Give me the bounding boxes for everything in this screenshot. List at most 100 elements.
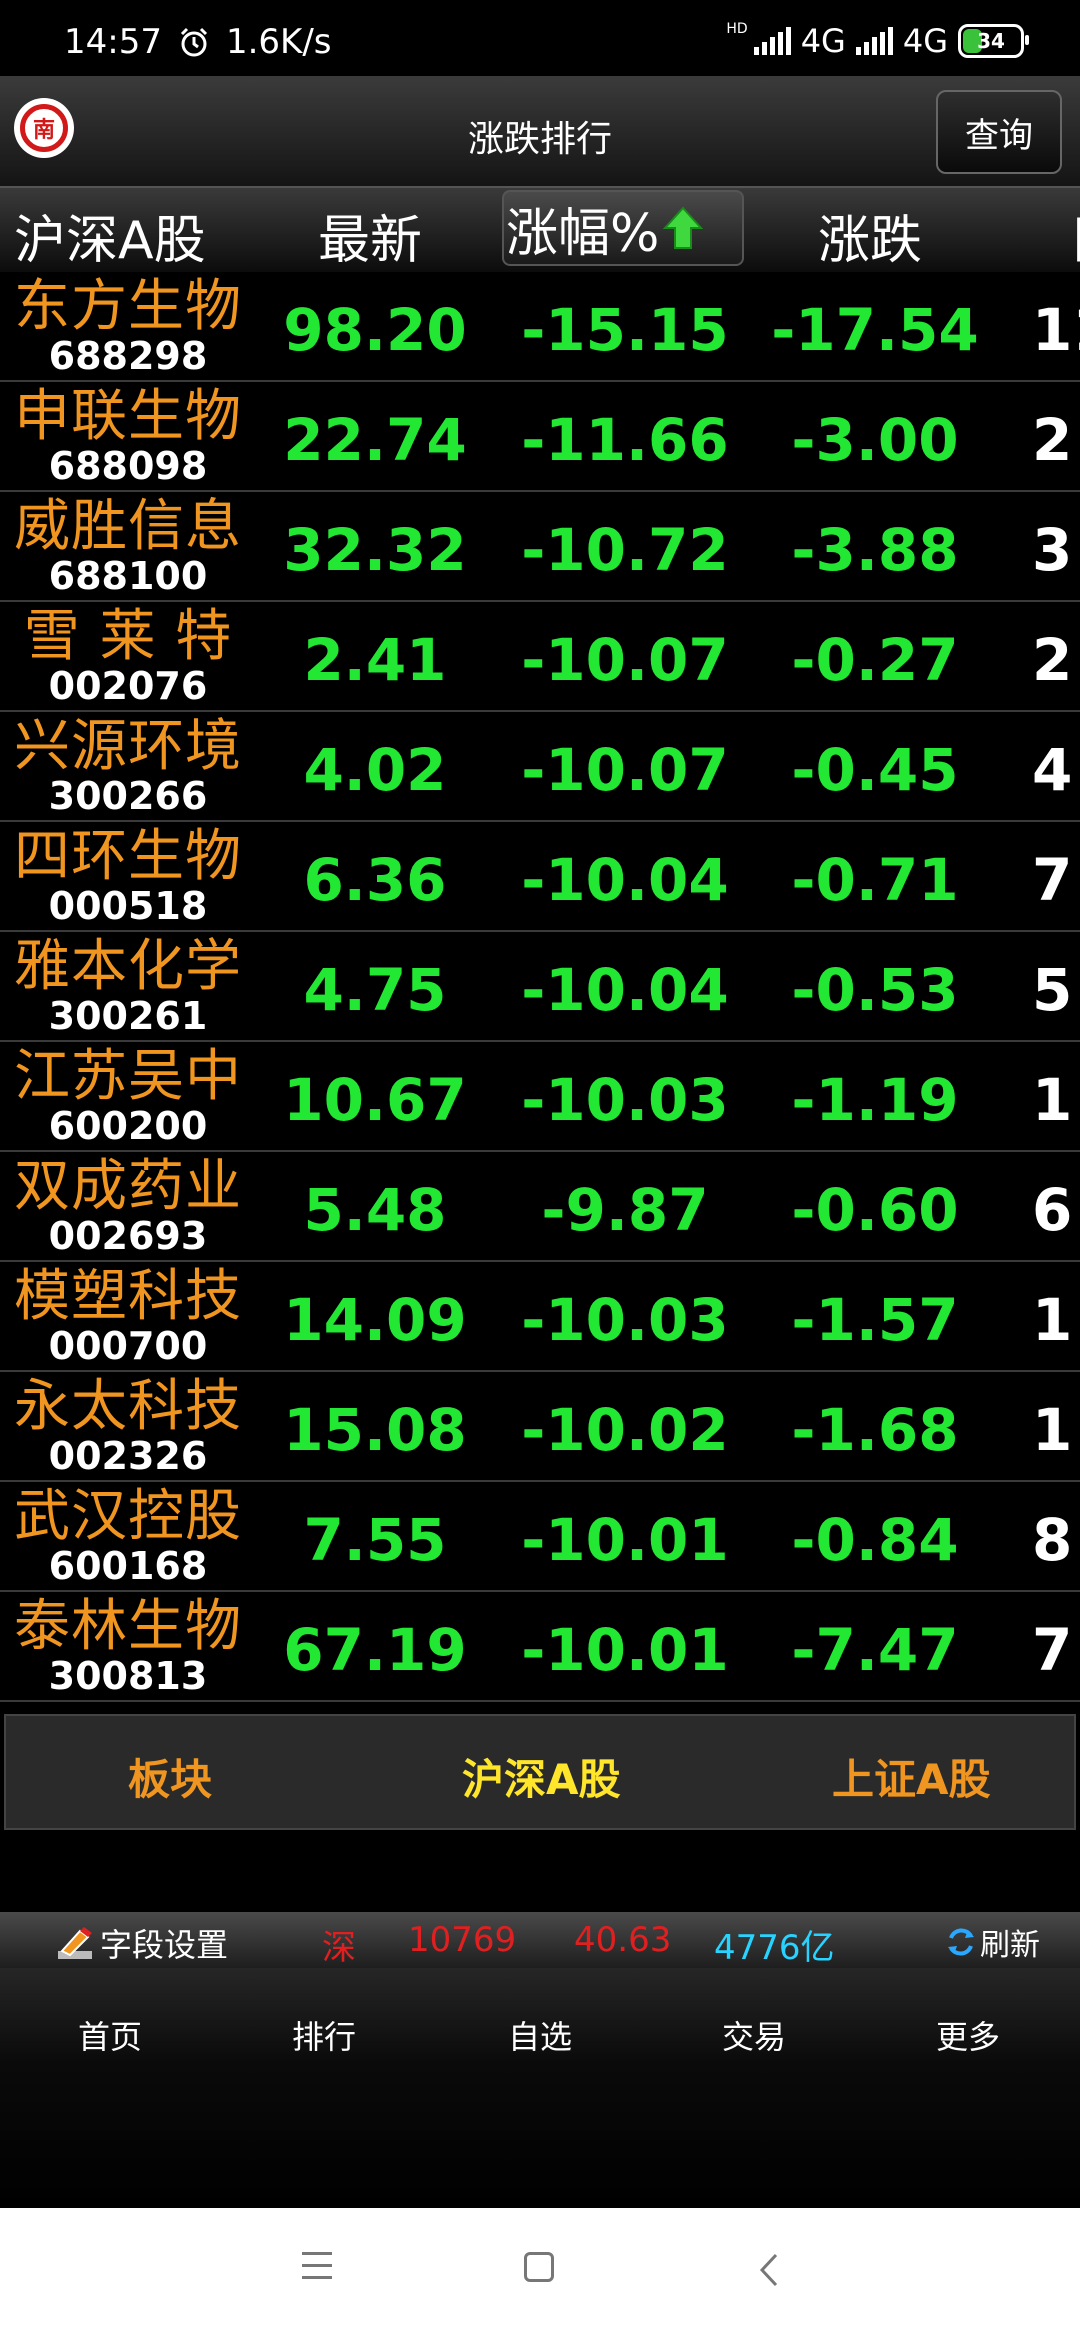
field-settings-label: 字段设置: [100, 1926, 229, 1964]
table-row[interactable]: 江苏吴中 600200 10.67 -10.03 -1.19 1: [0, 1042, 1080, 1152]
table-row[interactable]: 申联生物 688098 22.74 -11.66 -3.00 2: [0, 382, 1080, 492]
column-header-change[interactable]: 涨跌: [818, 198, 922, 273]
nav-ranking[interactable]: 排行: [224, 2012, 424, 2058]
segment-sh-sz-a[interactable]: 沪深A股: [462, 1746, 621, 1807]
turnover-volume: 4776亿: [714, 1928, 835, 1968]
stock-code: 300813: [48, 1654, 208, 1698]
next-column-value: 1: [1032, 1396, 1073, 1464]
table-row[interactable]: 武汉控股 600168 7.55 -10.01 -0.84 8: [0, 1482, 1080, 1592]
battery-icon: 34: [958, 24, 1029, 58]
nav-more[interactable]: 更多: [868, 2012, 1068, 2058]
stock-code: 000700: [48, 1324, 208, 1368]
table-row[interactable]: 模塑科技 000700 14.09 -10.03 -1.57 1: [0, 1262, 1080, 1372]
latest-price: 67.19: [283, 1616, 467, 1684]
field-settings-button[interactable]: 字段设置: [56, 1920, 228, 1966]
next-column-value: 2: [1032, 406, 1073, 474]
latest-price: 4.75: [303, 956, 447, 1024]
home-icon[interactable]: [524, 2252, 554, 2282]
system-navigation-bar: [0, 2208, 1080, 2340]
stock-name: 申联生物: [14, 384, 242, 449]
nav-watchlist[interactable]: 自选: [440, 2012, 640, 2058]
segment-sector[interactable]: 板块: [128, 1746, 212, 1807]
latest-price: 98.20: [283, 296, 467, 364]
latest-price: 10.67: [283, 1066, 467, 1134]
stock-name: 永太科技: [14, 1374, 242, 1439]
next-column-value: 8: [1032, 1506, 1073, 1574]
table-row[interactable]: 泰林生物 300813 67.19 -10.01 -7.47 7: [0, 1592, 1080, 1702]
index-change: 40.63: [574, 1920, 672, 1960]
column-header-market[interactable]: 沪深A股: [14, 198, 206, 273]
network-type-1: 4G: [800, 22, 846, 60]
table-row[interactable]: 四环生物 000518 6.36 -10.04 -0.71 7: [0, 822, 1080, 932]
table-row[interactable]: 雅本化学 300261 4.75 -10.04 -0.53 5: [0, 932, 1080, 1042]
recent-apps-icon[interactable]: [302, 2252, 332, 2288]
segment-sh-a[interactable]: 上证A股: [832, 1746, 991, 1807]
change-percent: -10.72: [521, 516, 729, 584]
stock-name: 东方生物: [14, 274, 242, 339]
stock-code: 600200: [48, 1104, 208, 1148]
table-row[interactable]: 东方生物688298 98.20 -15.15 -17.54 11: [0, 272, 1080, 382]
back-icon[interactable]: [754, 2252, 784, 2288]
price-change: -17.54: [771, 296, 979, 364]
index-value: 10769: [408, 1920, 517, 1960]
latest-price: 6.36: [303, 846, 447, 914]
stock-code: 300261: [48, 994, 208, 1038]
price-change: -3.88: [791, 516, 959, 584]
table-row[interactable]: 永太科技 002326 15.08 -10.02 -1.68 1: [0, 1372, 1080, 1482]
table-header: 沪深A股 最新 涨幅% 涨跌 日: [0, 188, 1080, 274]
price-change: -0.45: [791, 736, 959, 804]
stock-name: 兴源环境: [14, 714, 242, 779]
stock-code: 002076: [48, 664, 208, 708]
change-percent: -10.01: [521, 1506, 729, 1574]
stock-name: 威胜信息: [14, 494, 242, 559]
table-row[interactable]: 威胜信息 688100 32.32 -10.72 -3.88 3: [0, 492, 1080, 602]
next-column-value: 1: [1032, 1066, 1073, 1134]
column-header-change-percent-label: 涨幅%: [506, 203, 660, 264]
change-percent: -10.03: [521, 1066, 729, 1134]
stock-code: 688100: [48, 554, 208, 598]
next-column-value: 11: [1032, 296, 1080, 364]
battery-level: 34: [977, 29, 1005, 53]
column-header-next[interactable]: 日: [1068, 198, 1080, 273]
table-row[interactable]: 双成药业 002693 5.48 -9.87 -0.60 6: [0, 1152, 1080, 1262]
refresh-icon: [948, 1928, 974, 1956]
next-column-value: 4: [1032, 736, 1073, 804]
change-percent: -15.15: [521, 296, 729, 364]
nav-home[interactable]: 首页: [10, 2012, 210, 2058]
signal-icon: [753, 27, 791, 55]
stock-name: 江苏吴中: [14, 1044, 242, 1109]
price-change: -1.19: [791, 1066, 959, 1134]
latest-price: 22.74: [283, 406, 467, 474]
column-header-latest[interactable]: 最新: [318, 198, 422, 273]
change-percent: -10.02: [521, 1396, 729, 1464]
network-speed: 1.6K/s: [225, 22, 332, 62]
page-title: 涨跌排行: [467, 119, 612, 160]
stock-name: 四环生物: [14, 824, 242, 889]
change-percent: -10.01: [521, 1616, 729, 1684]
latest-price: 4.02: [303, 736, 447, 804]
change-percent: -11.66: [521, 406, 729, 474]
table-row[interactable]: 雪 莱 特 002076 2.41 -10.07 -0.27 2: [0, 602, 1080, 712]
stock-name: 双成药业: [14, 1154, 242, 1219]
nav-trade[interactable]: 交易: [654, 2012, 854, 2058]
latest-price: 2.41: [303, 626, 447, 694]
price-change: -3.00: [791, 406, 959, 474]
stock-name: 雪 莱 特: [23, 604, 233, 669]
market-label: 深: [322, 1928, 356, 1968]
stock-code: 002326: [48, 1434, 208, 1478]
price-change: -0.71: [791, 846, 959, 914]
column-header-change-percent[interactable]: 涨幅%: [502, 190, 744, 266]
price-change: -0.53: [791, 956, 959, 1024]
clock-time: 14:57: [64, 22, 162, 62]
query-button[interactable]: 查询: [936, 90, 1062, 174]
price-change: -7.47: [791, 1616, 959, 1684]
stock-code: 002693: [48, 1214, 208, 1258]
bottom-navigation: 首页 排行 自选 交易 更多: [0, 1968, 1080, 2208]
stock-name: 模塑科技: [14, 1264, 242, 1329]
stock-code: 600168: [48, 1544, 208, 1588]
table-row[interactable]: 兴源环境 300266 4.02 -10.07 -0.45 4: [0, 712, 1080, 822]
hd-badge: HD: [726, 21, 748, 37]
refresh-button[interactable]: 刷新: [944, 1920, 1040, 1964]
pencil-icon: [58, 1927, 92, 1959]
change-percent: -10.04: [521, 846, 729, 914]
